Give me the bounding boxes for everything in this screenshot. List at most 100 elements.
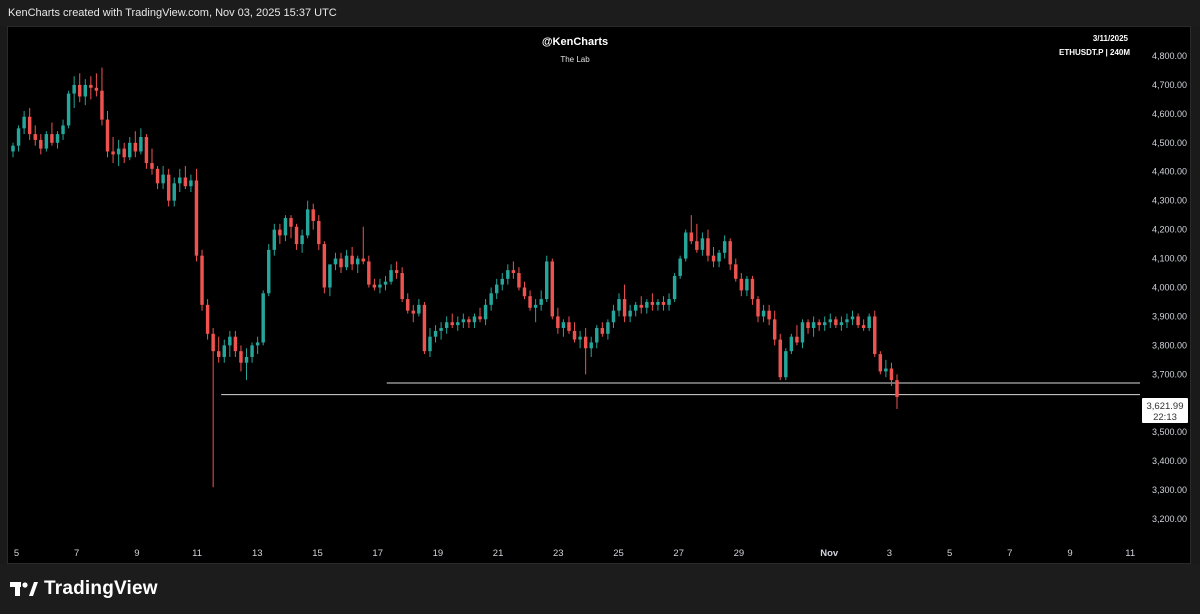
last-price-countdown: 22:13 [1153, 412, 1177, 423]
candle-body [795, 336, 799, 343]
candle-body [44, 134, 49, 149]
candle-body [361, 258, 365, 262]
candle-body [61, 125, 65, 135]
candle-body [778, 339, 782, 378]
x-tick-label: 9 [134, 548, 139, 559]
candle-body [450, 322, 454, 326]
x-tick-label: 15 [312, 548, 323, 559]
candle-body [122, 148, 126, 158]
candle-body [283, 218, 288, 236]
candle-body [645, 301, 649, 308]
candle-body [756, 299, 760, 317]
candle-body [33, 134, 37, 140]
tradingview-logo-text: TradingView [44, 578, 158, 599]
candle-body [305, 209, 310, 236]
chart-frame[interactable]: 3,200.003,300.003,400.003,500.003,600.00… [7, 26, 1191, 564]
candle-body [50, 134, 54, 143]
y-tick-label: 4,000.00 [1152, 283, 1187, 293]
candle-body [522, 287, 527, 297]
candle-body [839, 322, 844, 326]
x-tick-label: 11 [1125, 548, 1135, 559]
candle-body [533, 304, 538, 308]
candle-body [689, 232, 694, 242]
candle-body [672, 275, 677, 300]
x-tick-label: Nov [820, 548, 839, 559]
y-tick-label: 3,300.00 [1152, 485, 1187, 495]
y-tick-label: 3,500.00 [1152, 427, 1187, 437]
candle-body [428, 336, 432, 352]
candle-body [383, 281, 388, 285]
candle-body [233, 336, 238, 352]
watermark-handle: @KenCharts [542, 36, 608, 48]
price-chart[interactable]: 3,200.003,300.003,400.003,500.003,600.00… [8, 27, 1190, 563]
candle-body [472, 316, 477, 323]
candle-body [789, 336, 794, 352]
candle-body [850, 316, 855, 320]
candle-body [806, 322, 810, 329]
candle-body [250, 345, 254, 357]
candle-body [700, 238, 705, 250]
candle-body [617, 299, 621, 311]
candle-body [77, 84, 82, 97]
y-tick-label: 3,200.00 [1152, 514, 1187, 524]
candle-body [717, 252, 721, 262]
x-tick-label: 5 [947, 548, 952, 559]
y-tick-label: 4,500.00 [1152, 138, 1187, 148]
candle-body [478, 316, 482, 320]
last-price-value: 3,621.99 [1147, 401, 1184, 412]
candle-body [578, 336, 582, 340]
candle-body [100, 90, 104, 120]
candle-body [489, 293, 493, 305]
candle-body [545, 261, 549, 300]
candle-body [189, 180, 193, 187]
y-tick-label: 3,800.00 [1152, 340, 1187, 350]
candle-body [128, 142, 132, 158]
y-tick-label: 4,400.00 [1152, 167, 1187, 177]
candle-body [878, 354, 883, 372]
candle-body [111, 151, 115, 155]
candle-body [444, 322, 449, 329]
candle-body [317, 220, 321, 245]
y-tick-label: 4,300.00 [1152, 196, 1187, 206]
candle-body [895, 380, 899, 397]
candle-body [589, 342, 593, 349]
candle-body [856, 316, 860, 326]
candle-body [467, 319, 471, 323]
candle-body [684, 232, 688, 259]
candle-body [528, 296, 532, 308]
candle-body [39, 139, 43, 149]
candle-body [811, 322, 816, 329]
candle-body [889, 368, 894, 381]
x-tick-label: 23 [553, 548, 564, 559]
candle-body [72, 84, 76, 94]
candle-body [539, 299, 543, 305]
candle-body [567, 322, 571, 331]
tradingview-logo[interactable]: TradingView [10, 578, 158, 600]
candle-body [728, 241, 732, 265]
watermark-subtitle: The Lab [560, 55, 590, 64]
candle-body [550, 261, 555, 317]
candle-body [873, 316, 877, 355]
candle-body [105, 119, 110, 152]
candle-body [311, 209, 315, 221]
candle-body [166, 174, 171, 201]
candle-body [834, 319, 838, 326]
candle-body [600, 328, 605, 334]
y-tick-label: 4,100.00 [1152, 254, 1187, 264]
x-tick-label: 13 [252, 548, 263, 559]
candle-body [439, 328, 443, 331]
candle-body [116, 148, 121, 155]
candle-body [178, 177, 182, 184]
x-tick-label: 7 [74, 548, 79, 559]
candle-body [650, 301, 655, 305]
candle-body [734, 264, 738, 279]
candle-body [739, 278, 744, 291]
candle-body [261, 293, 265, 343]
candle-body [411, 310, 416, 314]
candle-body [172, 183, 176, 201]
candle-body [216, 351, 221, 357]
y-tick-label: 4,800.00 [1152, 51, 1187, 61]
candle-body [144, 137, 149, 164]
x-tick-label: 21 [493, 548, 504, 559]
candle-body [55, 134, 60, 143]
